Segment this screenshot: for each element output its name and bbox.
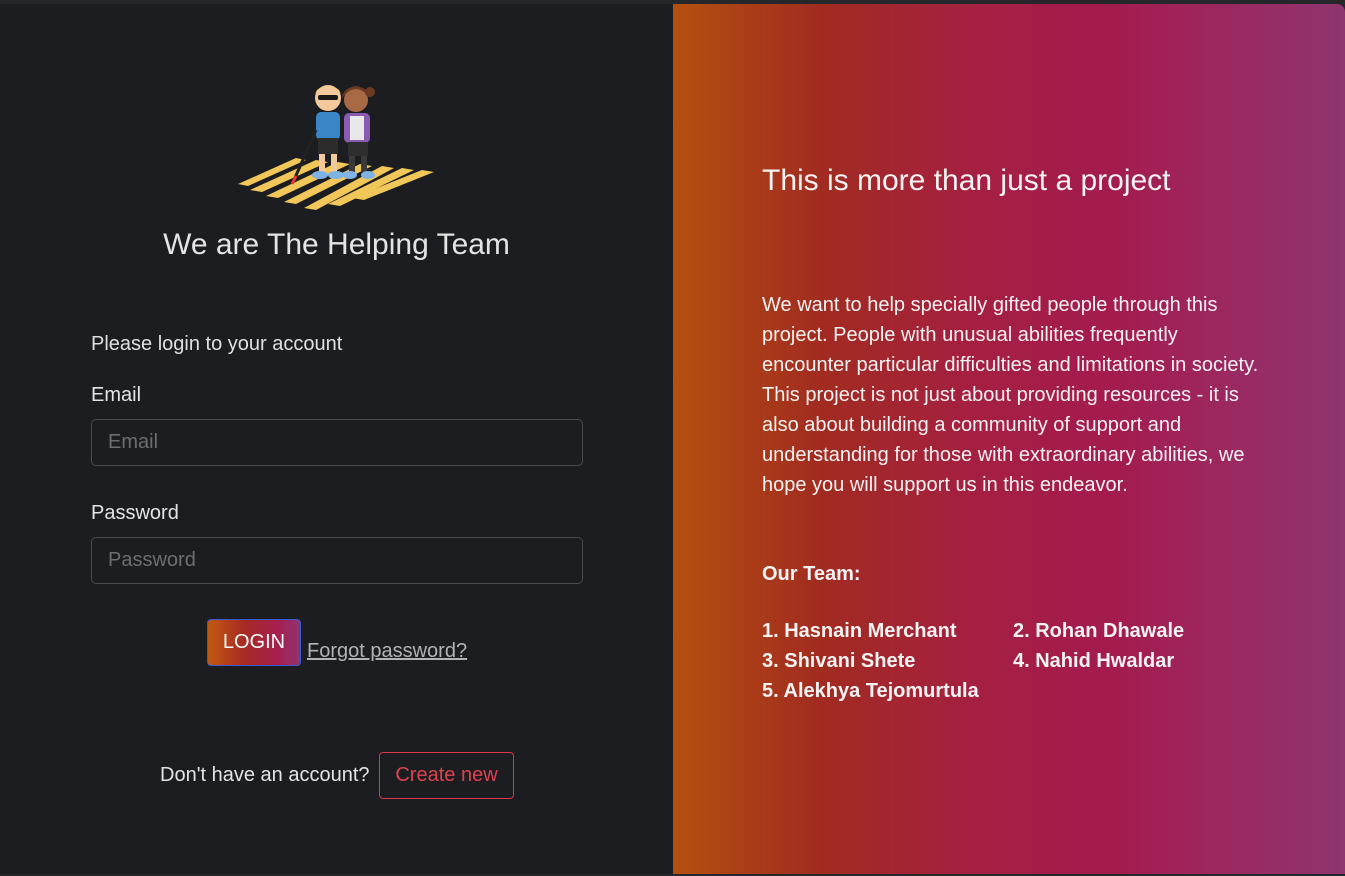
create-account-button[interactable]: Create new — [379, 752, 514, 799]
login-button[interactable]: LOGIN — [207, 619, 301, 666]
password-input[interactable] — [91, 537, 583, 584]
email-input[interactable] — [91, 419, 583, 466]
team-member: 5. Alekhya Tejomurtula — [762, 680, 979, 702]
team-list: 1. Hasnain Merchant 2. Rohan Dhawale 3. … — [762, 620, 1242, 710]
about-panel: This is more than just a project We want… — [673, 4, 1345, 874]
team-member: 2. Rohan Dhawale — [1013, 620, 1185, 642]
email-label: Email — [91, 384, 142, 406]
about-description: We want to help specially gifted people … — [762, 294, 1259, 496]
login-prompt: Please login to your account — [91, 333, 343, 355]
team-member: 3. Shivani Shete — [762, 650, 916, 672]
about-title: This is more than just a project — [762, 164, 1171, 197]
login-panel: We are The Helping Team Please login to … — [0, 4, 673, 874]
team-heading: Our Team: — [762, 563, 861, 585]
no-account-text: Don't have an account? — [160, 764, 370, 786]
login-page: We are The Helping Team Please login to … — [0, 4, 1345, 874]
team-member: 4. Nahid Hwaldar — [1013, 650, 1175, 672]
password-label: Password — [91, 502, 179, 524]
helping-team-logo-icon — [236, 80, 438, 212]
forgot-password-link[interactable]: Forgot password? — [307, 640, 467, 663]
team-member: 1. Hasnain Merchant — [762, 620, 957, 642]
brand-title: We are The Helping Team — [163, 228, 510, 261]
